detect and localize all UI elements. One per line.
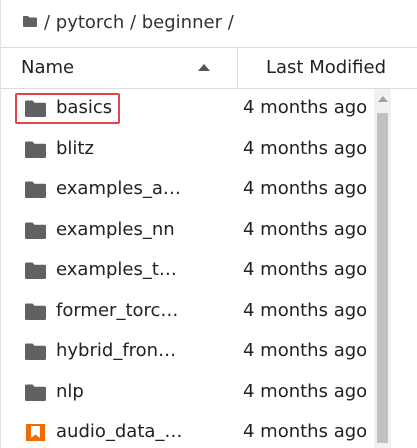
folder-icon — [25, 181, 46, 198]
file-row[interactable]: nlp 4 months ago — [1, 373, 381, 413]
folder-icon — [25, 141, 46, 158]
file-browser: / pytorch / beginner / Name Last Modifie… — [0, 0, 417, 448]
column-divider[interactable] — [237, 48, 238, 88]
folder-icon — [25, 222, 46, 239]
file-name[interactable]: examples_a… — [56, 178, 181, 199]
breadcrumb-path[interactable]: / pytorch / beginner / — [44, 12, 234, 33]
column-header-last-modified[interactable]: Last Modified — [266, 57, 386, 78]
sort-ascending-icon[interactable] — [198, 64, 210, 71]
file-modified: 4 months ago — [243, 421, 368, 442]
file-name[interactable]: examples_nn — [56, 219, 175, 240]
folder-icon — [25, 384, 46, 401]
file-name[interactable]: nlp — [56, 381, 84, 402]
file-name[interactable]: hybrid_fron… — [56, 340, 176, 361]
vertical-scrollbar[interactable] — [374, 89, 391, 448]
file-modified: 4 months ago — [243, 97, 368, 118]
file-list-header: Name Last Modified — [1, 47, 417, 89]
file-name[interactable]: audio_data_… — [56, 421, 182, 442]
file-row[interactable]: basics 4 months ago — [1, 89, 381, 129]
folder-icon — [25, 262, 46, 279]
file-modified: 4 months ago — [243, 178, 368, 199]
file-name[interactable]: former_torc… — [56, 300, 178, 321]
file-name[interactable]: examples_t… — [56, 259, 177, 280]
scroll-up-arrow-icon[interactable] — [378, 96, 388, 102]
file-row[interactable]: audio_data_… 4 months ago — [1, 413, 381, 448]
file-modified: 4 months ago — [243, 218, 368, 240]
folder-icon — [25, 100, 46, 117]
file-list: basics 4 months ago blitz 4 months ago examp… — [1, 89, 417, 448]
file-row[interactable]: examples_nn 4 months ago — [1, 211, 381, 251]
file-modified: 4 months ago — [243, 259, 368, 280]
folder-icon — [25, 303, 46, 320]
file-row[interactable]: hybrid_fron… 4 months ago — [1, 332, 381, 372]
file-modified: 4 months ago — [243, 380, 368, 402]
file-modified: 4 months ago — [243, 137, 368, 159]
folder-icon — [25, 343, 46, 360]
file-row[interactable]: examples_t… 4 months ago — [1, 251, 381, 291]
file-row[interactable]: blitz 4 months ago — [1, 130, 381, 170]
file-row[interactable]: examples_a… 4 months ago — [1, 170, 381, 210]
file-name[interactable]: blitz — [56, 138, 94, 159]
column-header-name[interactable]: Name — [21, 57, 74, 78]
notebook-icon — [25, 424, 46, 441]
file-name[interactable]: basics — [56, 97, 112, 118]
scroll-thumb[interactable] — [377, 113, 388, 443]
breadcrumb: / pytorch / beginner / — [23, 8, 234, 36]
file-row[interactable]: former_torc… 4 months ago — [1, 292, 381, 332]
folder-icon[interactable] — [23, 15, 37, 27]
file-modified: 4 months ago — [243, 299, 368, 321]
file-modified: 4 months ago — [243, 340, 368, 361]
